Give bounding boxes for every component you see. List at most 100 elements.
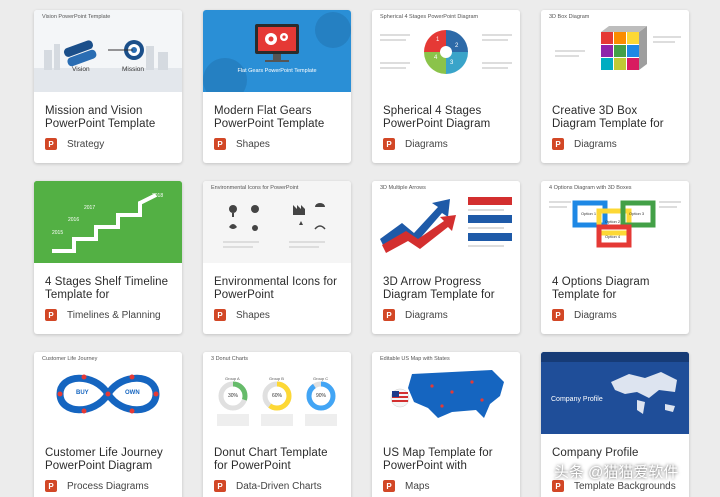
card-title[interactable]: Spherical 4 Stages PowerPoint Diagram — [383, 105, 513, 131]
card-thumbnail[interactable]: Company Profile — [541, 352, 689, 434]
group-label: Group A — [225, 376, 240, 381]
card-thumbnail[interactable]: 3D Multiple Arrows — [372, 181, 520, 263]
powerpoint-icon: P — [45, 309, 57, 321]
card-category[interactable]: P Data-Driven Charts — [214, 480, 322, 492]
powerpoint-icon: P — [383, 138, 395, 150]
category-label: Strategy — [67, 138, 105, 150]
category-label: Shapes — [236, 309, 270, 321]
buy-word: BUY — [76, 390, 89, 396]
infinity-loop-illustration — [56, 374, 160, 414]
template-card[interactable]: Environmental Icons for PowerPoint Envir… — [203, 181, 351, 334]
card-title[interactable]: 4 Stages Shelf Timeline Template for — [45, 276, 175, 302]
option-label: Option 3 — [629, 211, 645, 216]
template-card[interactable]: 4 Options Diagram with 3D Boxes Option 1… — [541, 181, 689, 334]
card-title[interactable]: Company Profile — [552, 447, 682, 460]
own-word: OWN — [125, 390, 140, 396]
card-title[interactable]: Donut Chart Template for PowerPoint — [214, 447, 344, 473]
card-title[interactable]: Environmental Icons for PowerPoint — [214, 276, 344, 302]
card-title[interactable]: US Map Template for PowerPoint with — [383, 447, 513, 473]
category-label: Timelines & Planning — [67, 309, 161, 321]
card-category[interactable]: P Diagrams — [383, 138, 448, 150]
category-label: Diagrams — [405, 138, 448, 150]
category-label: Template Backgrounds — [574, 480, 676, 492]
template-card[interactable]: 3 Donut Charts Group A Group B Group C 3… — [203, 352, 351, 497]
card-title[interactable]: Creative 3D Box Diagram Template for — [552, 105, 682, 131]
template-card[interactable]: 3D Multiple Arrows 3D Arrow Progress Dia… — [372, 181, 520, 334]
powerpoint-icon: P — [45, 138, 57, 150]
gears-monitor-illustration — [203, 12, 351, 92]
card-thumbnail[interactable]: 4 Options Diagram with 3D Boxes Option 1… — [541, 181, 689, 263]
donut-value: 60% — [272, 393, 283, 399]
card-category[interactable]: P Strategy — [45, 138, 104, 150]
card-thumbnail[interactable]: Environmental Icons for PowerPoint — [203, 181, 351, 263]
donut-value: 90% — [316, 393, 327, 399]
powerpoint-icon: P — [45, 480, 57, 492]
card-thumbnail[interactable]: Flat Gears PowerPoint Template — [203, 10, 351, 92]
card-thumbnail[interactable]: Customer Life Journey BUY OWN — [34, 352, 182, 434]
powerpoint-icon: P — [383, 309, 395, 321]
powerpoint-icon: P — [552, 309, 564, 321]
card-category[interactable]: P Maps — [383, 480, 429, 492]
sphere-diagram-illustration — [380, 30, 512, 74]
card-thumbnail[interactable]: 3 Donut Charts Group A Group B Group C 3… — [203, 352, 351, 434]
card-category[interactable]: P Shapes — [214, 138, 270, 150]
group-label: Group B — [269, 376, 284, 381]
card-category[interactable]: P Diagrams — [552, 309, 617, 321]
us-map-illustration — [390, 370, 504, 418]
card-thumbnail[interactable]: 3D Box Diagram — [541, 10, 689, 92]
card-title[interactable]: 3D Arrow Progress Diagram Template for — [383, 276, 513, 302]
template-grid: Vision PowerPoint Template Vision Missio… — [0, 0, 720, 497]
vision-word: Vision — [72, 66, 90, 73]
card-thumbnail[interactable]: Vision PowerPoint Template Vision Missio… — [34, 10, 182, 92]
template-card[interactable]: 2015 2016 2017 2018 4 Stages Shelf Timel… — [34, 181, 182, 334]
category-label: Data-Driven Charts — [236, 480, 322, 492]
watermark: 头条 @猫猫爱软件 — [554, 460, 678, 482]
stage-number: 1 — [436, 37, 440, 43]
template-card[interactable]: Spherical 4 Stages PowerPoint Diagram 1 … — [372, 10, 520, 163]
option-label: Option 4 — [605, 234, 621, 239]
card-title[interactable]: Modern Flat Gears PowerPoint Template — [214, 105, 344, 131]
option-label: Option 2 — [605, 219, 621, 224]
card-thumbnail[interactable]: Editable US Map with States — [372, 352, 520, 434]
template-card[interactable]: Editable US Map with States US Map Templ… — [372, 352, 520, 497]
powerpoint-icon: P — [552, 138, 564, 150]
watermark-text: 头条 @猫猫爱软件 — [554, 463, 679, 481]
card-category[interactable]: P Process Diagrams — [45, 480, 149, 492]
donut-value: 30% — [228, 393, 239, 399]
mission-word: Mission — [122, 66, 145, 73]
template-card[interactable]: Vision PowerPoint Template Vision Missio… — [34, 10, 182, 163]
category-label: Maps — [405, 480, 430, 492]
card-title[interactable]: Customer Life Journey PowerPoint Diagram — [45, 447, 175, 473]
powerpoint-icon: P — [214, 309, 226, 321]
template-card[interactable]: 3D Box Diagram Creative 3D Box Diagram T… — [541, 10, 689, 163]
template-card[interactable]: Flat Gears PowerPoint Template Modern Fl… — [203, 10, 351, 163]
card-title[interactable]: Mission and Vision PowerPoint Template — [45, 105, 175, 131]
card-thumbnail[interactable]: 2015 2016 2017 2018 — [34, 181, 182, 263]
card-title[interactable]: 4 Options Diagram Template for — [552, 276, 682, 302]
card-category[interactable]: P Timelines & Planning — [45, 309, 161, 321]
category-label: Shapes — [236, 138, 270, 150]
binoculars-target-illustration — [34, 40, 182, 92]
powerpoint-icon: P — [214, 138, 226, 150]
card-thumbnail[interactable]: Spherical 4 Stages PowerPoint Diagram 1 … — [372, 10, 520, 92]
thumbnail-label: Company Profile — [551, 396, 603, 403]
powerpoint-icon: P — [383, 480, 395, 492]
3d-arrows-illustration — [380, 197, 512, 253]
category-label: Diagrams — [405, 309, 448, 321]
category-label: Process Diagrams — [67, 480, 149, 492]
thumbnail-label: Flat Gears PowerPoint Template — [237, 68, 317, 74]
category-label: Diagrams — [574, 138, 617, 150]
template-card[interactable]: Customer Life Journey BUY OWN Customer L… — [34, 352, 182, 497]
category-label: Diagrams — [574, 309, 617, 321]
stage-number: 2 — [455, 43, 459, 49]
powerpoint-icon: P — [214, 480, 226, 492]
card-category[interactable]: P Diagrams — [552, 138, 617, 150]
stage-number: 3 — [450, 60, 454, 66]
year-label: 2016 — [68, 217, 80, 223]
world-map-illustration — [541, 352, 689, 434]
3d-box-illustration — [555, 26, 681, 70]
group-label: Group C — [313, 376, 329, 381]
card-category[interactable]: P Diagrams — [383, 309, 448, 321]
option-label: Option 1 — [581, 211, 597, 216]
card-category[interactable]: P Shapes — [214, 309, 270, 321]
